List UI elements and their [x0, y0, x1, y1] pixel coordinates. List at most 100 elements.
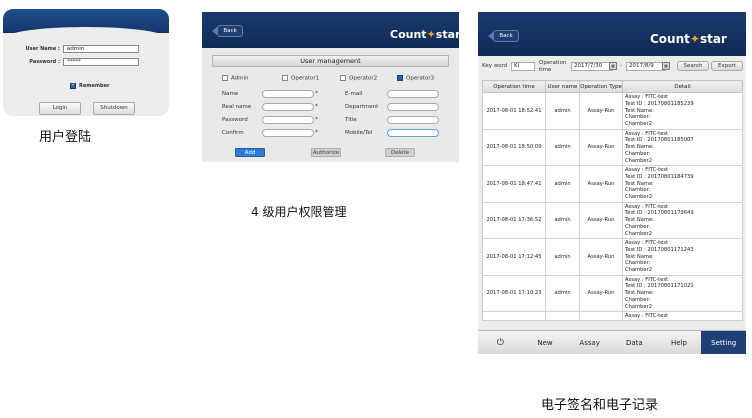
- countstar-logo: Count✦star: [390, 28, 460, 41]
- calendar-from-icon[interactable]: ▦: [609, 62, 617, 70]
- role-operator2[interactable]: Operator2: [340, 75, 377, 82]
- cell-detail: Assay : FITC-test Test ID : 201708011712…: [622, 238, 743, 276]
- role-operator3-checkbox[interactable]: [397, 75, 403, 81]
- cell-detail: Assay : FITC-test Test ID : 201708011736…: [622, 201, 743, 239]
- login-button[interactable]: Login: [39, 102, 81, 115]
- table-row[interactable]: 2017-08-01 17:10:23 admin Assay-Run Assa…: [482, 274, 743, 312]
- remember-checkbox[interactable]: [70, 82, 76, 89]
- password-input[interactable]: *****: [63, 58, 139, 66]
- table-row[interactable]: Assay : FITC-test: [482, 311, 743, 321]
- keyword-label: Key word: [482, 63, 508, 69]
- calendar-to-icon[interactable]: ▦: [662, 62, 670, 70]
- export-button[interactable]: Export: [711, 61, 743, 71]
- table-header-row: Operation time User name Operation Type …: [482, 80, 743, 93]
- keyword-input[interactable]: Ki: [511, 62, 535, 71]
- logo-text-left: Count: [390, 28, 427, 41]
- tab-new[interactable]: New: [523, 331, 568, 354]
- field-mobile-label: Mobile/Tel: [345, 130, 373, 136]
- user-management-caption: 4 级用户权限管理: [251, 205, 347, 219]
- field-confirm-input[interactable]: [262, 129, 314, 137]
- delete-button[interactable]: Delete: [385, 148, 415, 157]
- required-mark: *: [315, 129, 318, 136]
- um-back-button[interactable]: Back: [217, 25, 243, 37]
- table-row[interactable]: 2017-08-01 18:50:09 admin Assay-Run Assa…: [482, 128, 743, 166]
- field-realname-label: Real name: [222, 104, 252, 110]
- table-row[interactable]: 2017-08-01 17:36:52 admin Assay-Run Assa…: [482, 201, 743, 239]
- login-caption: 用户登陆: [39, 130, 92, 145]
- tab-assay[interactable]: Assay: [567, 331, 612, 354]
- logo-text-right: star: [699, 32, 727, 46]
- role-operator1[interactable]: Operator1: [282, 75, 319, 82]
- field-realname-input[interactable]: [262, 103, 314, 111]
- field-email-label: E-mail: [345, 91, 363, 97]
- field-password-input[interactable]: [262, 116, 314, 124]
- cell-operation-time: 2017-08-01 17:10:23: [482, 274, 546, 312]
- shutdown-button[interactable]: Shutdown: [93, 102, 135, 115]
- field-password-label: Password: [222, 117, 248, 123]
- field-name-input[interactable]: [262, 90, 314, 98]
- role-operator2-label: Operator2: [349, 75, 378, 82]
- username-label: User Name :: [25, 46, 60, 52]
- cell-operation-type: Assay-Run: [579, 201, 623, 239]
- cell-operation-type: Assay-Run: [579, 128, 623, 166]
- cell-operation-type: Assay-Run: [579, 274, 623, 312]
- cell-detail: Assay : FITC-test Test ID : 201708011852…: [622, 92, 743, 130]
- um-title: User management: [212, 55, 449, 67]
- role-operator3-label: Operator3: [406, 75, 435, 82]
- cell-operation-type: [579, 311, 623, 321]
- date-from-input[interactable]: 2017/7/30: [571, 62, 613, 71]
- cell-operation-type: Assay-Run: [579, 165, 623, 203]
- role-operator1-checkbox[interactable]: [282, 75, 288, 81]
- column-header-operation-type[interactable]: Operation Type: [579, 80, 623, 93]
- column-header-user-name[interactable]: User name: [545, 80, 580, 93]
- cell-operation-time: 2017-08-01 18:52:41: [482, 92, 546, 130]
- date-to-input[interactable]: 2017/8/9: [626, 62, 666, 71]
- tab-help[interactable]: Help: [657, 331, 702, 354]
- cell-operation-type: Assay-Run: [579, 238, 623, 276]
- log-back-button[interactable]: Back: [493, 30, 519, 42]
- log-header-bar: Back Count✦star: [478, 12, 746, 56]
- column-header-operation-time[interactable]: Operation time: [482, 80, 546, 93]
- table-row[interactable]: 2017-08-01 18:47:41 admin Assay-Run Assa…: [482, 165, 743, 203]
- cell-detail: Assay : FITC-test Test ID : 201708011850…: [622, 128, 743, 166]
- username-input[interactable]: admin: [63, 45, 139, 53]
- field-email-input[interactable]: [387, 90, 439, 98]
- field-department-input[interactable]: [387, 103, 439, 111]
- add-button[interactable]: Add: [235, 148, 265, 157]
- field-confirm-label: Confirm: [222, 130, 244, 136]
- login-header-bar: [3, 9, 169, 39]
- logo-star-icon: ✦: [689, 32, 700, 46]
- role-operator2-checkbox[interactable]: [340, 75, 346, 81]
- search-button[interactable]: Search: [677, 61, 709, 71]
- cell-detail: Assay : FITC-test Test ID : 201708011710…: [622, 274, 743, 312]
- field-mobile-input[interactable]: [387, 129, 439, 137]
- table-row[interactable]: 2017-08-01 17:12:45 admin Assay-Run Assa…: [482, 238, 743, 276]
- field-name-label: Name: [222, 91, 239, 97]
- required-mark: *: [315, 103, 318, 110]
- field-title-label: Title: [345, 117, 357, 123]
- cell-user-name: admin: [545, 238, 580, 276]
- table-row[interactable]: 2017-08-01 18:52:41 admin Assay-Run Assa…: [482, 92, 743, 130]
- logo-text-right: star: [435, 28, 461, 41]
- required-mark: *: [315, 116, 318, 123]
- cell-user-name: admin: [545, 274, 580, 312]
- user-management-panel: Back Count✦star User management Admin Op…: [202, 12, 460, 162]
- authorize-button[interactable]: Authorize: [311, 148, 341, 157]
- cell-user-name: admin: [545, 128, 580, 166]
- cell-user-name: admin: [545, 92, 580, 130]
- field-title-input[interactable]: [387, 116, 439, 124]
- tab-setting[interactable]: Setting: [701, 331, 746, 354]
- power-icon[interactable]: ⏻: [478, 331, 523, 354]
- remember-label: Remember: [79, 83, 110, 89]
- tab-data[interactable]: Data: [612, 331, 657, 354]
- cell-detail: Assay : FITC-test: [622, 311, 743, 321]
- role-admin-checkbox[interactable]: [222, 75, 228, 81]
- cell-operation-time: 2017-08-01 18:47:41: [482, 165, 546, 203]
- column-header-detail[interactable]: Detail: [622, 80, 743, 93]
- cell-operation-time: 2017-08-01 17:36:52: [482, 201, 546, 239]
- role-operator3[interactable]: Operator3: [397, 75, 434, 82]
- role-admin-label: Admin: [231, 75, 249, 82]
- operation-time-label-line2: time: [539, 67, 552, 73]
- role-admin[interactable]: Admin: [222, 75, 249, 82]
- date-separator: -: [620, 63, 622, 69]
